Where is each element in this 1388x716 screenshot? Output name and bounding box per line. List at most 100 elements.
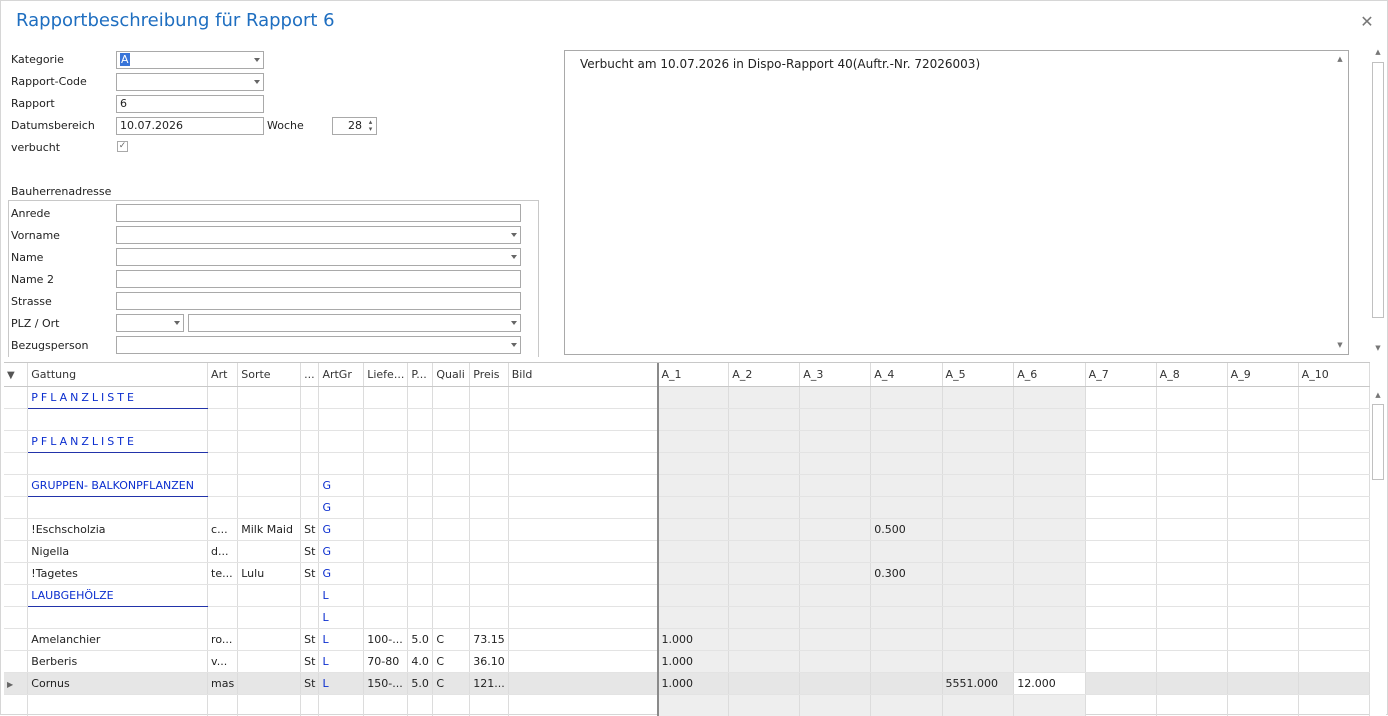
grid-cell[interactable] [1227,408,1299,431]
chevron-down-icon[interactable] [174,321,180,325]
column-header[interactable]: Quali [432,363,471,387]
column-header[interactable]: A_2 [728,363,801,387]
grid-cell[interactable]: Berberis [27,650,209,673]
grid-cell[interactable] [407,540,434,563]
grid-cell[interactable] [237,540,302,563]
grid-cell[interactable]: St [300,518,320,541]
grid-cell[interactable]: 5.0 [407,628,434,651]
grid-cell[interactable] [657,606,730,629]
column-header[interactable]: Gattung [27,363,209,387]
grid-cell[interactable] [300,386,320,409]
grid-cell[interactable] [300,452,320,475]
grid-cell[interactable] [1156,606,1228,629]
grid-cell[interactable] [300,474,320,497]
grid-cell[interactable]: 0.500 [870,518,943,541]
grid-cell[interactable] [1085,650,1157,673]
grid-cell[interactable] [1298,474,1370,497]
grid-cell[interactable] [1298,496,1370,519]
grid-cell[interactable] [432,386,471,409]
grid-cell[interactable]: 73.15 [469,628,509,651]
grid-cell[interactable] [469,518,509,541]
grid-cell[interactable] [27,694,209,716]
kategorie-combo[interactable]: A [116,51,264,69]
grid-cell[interactable] [657,518,730,541]
column-header[interactable]: Preis [469,363,509,387]
grid-cell[interactable] [469,584,509,607]
grid-cell[interactable] [657,562,730,585]
grid-cell[interactable]: St [300,672,320,695]
grid-cell[interactable] [728,540,801,563]
grid-cell[interactable] [1085,606,1157,629]
grid-cell[interactable] [942,562,1015,585]
grid-cell[interactable] [1013,606,1086,629]
grid-cell[interactable] [942,584,1015,607]
grid-cell[interactable] [469,606,509,629]
form-scrollbar[interactable]: ▲ ▼ [1370,44,1386,356]
grid-cell[interactable]: Lulu [237,562,302,585]
grid-cell[interactable] [1298,628,1370,651]
grid-cell[interactable] [728,694,801,716]
grid-cell[interactable] [237,650,302,673]
grid-cell[interactable] [1013,452,1086,475]
grid-cell[interactable] [300,606,320,629]
grid-cell[interactable] [1085,540,1157,563]
grid-cell[interactable] [870,386,943,409]
grid-cell[interactable] [432,606,471,629]
grid-cell[interactable] [1298,408,1370,431]
grid-cell[interactable] [407,496,434,519]
grid-cell[interactable]: L [318,672,365,695]
grid-cell[interactable] [657,408,730,431]
grid-cell[interactable] [657,474,730,497]
grid-cell[interactable] [799,408,872,431]
column-header[interactable]: P... [407,363,434,387]
grid-cell[interactable] [432,562,471,585]
column-header[interactable]: Art [207,363,239,387]
grid-cell[interactable] [407,474,434,497]
grid-cell[interactable] [237,606,302,629]
grid-cell[interactable] [508,540,659,563]
grid-cell[interactable] [237,672,302,695]
grid-cell[interactable] [1013,584,1086,607]
grid-cell[interactable] [728,430,801,453]
spin-updown-icon[interactable]: ▴ ▾ [366,119,375,133]
grid-cell[interactable] [407,452,434,475]
grid-cell[interactable] [407,408,434,431]
grid-cell[interactable] [363,540,409,563]
grid-cell[interactable] [799,386,872,409]
grid-cell[interactable] [207,694,239,716]
grid-cell[interactable] [508,518,659,541]
grid-cell[interactable] [657,452,730,475]
grid-cell[interactable] [300,584,320,607]
grid-cell[interactable] [870,650,943,673]
grid-cell[interactable]: 5.0 [407,672,434,695]
grid-cell[interactable]: L [318,650,365,673]
grid-cell[interactable] [657,386,730,409]
grid-cell[interactable] [469,430,509,453]
grid-cell[interactable] [508,584,659,607]
grid-cell[interactable] [1013,628,1086,651]
grid-cell[interactable] [799,694,872,716]
grid-cell[interactable] [942,386,1015,409]
grid-cell[interactable] [432,430,471,453]
grid-cell[interactable] [1227,562,1299,585]
column-header[interactable]: Bild [508,363,659,387]
column-header[interactable]: A_3 [799,363,872,387]
grid-cell[interactable]: 1.000 [657,650,730,673]
grid-cell[interactable] [870,540,943,563]
grid-cell[interactable] [728,606,801,629]
grid-cell[interactable] [870,606,943,629]
grid-cell[interactable]: 36.10 [469,650,509,673]
grid-cell[interactable]: 12.000 [1013,672,1086,695]
grid-cell[interactable] [1156,628,1228,651]
grid-cell[interactable] [1013,650,1086,673]
grid-cell[interactable] [1085,452,1157,475]
grid-cell[interactable] [207,584,239,607]
grid-cell[interactable] [363,606,409,629]
grid-cell[interactable] [207,452,239,475]
grid-cell[interactable]: L [318,584,365,607]
grid-cell[interactable] [1298,562,1370,585]
grid-cell[interactable] [432,474,471,497]
strasse-field[interactable] [116,292,521,310]
grid-cell[interactable] [870,584,943,607]
grid-cell[interactable]: d... [207,540,239,563]
